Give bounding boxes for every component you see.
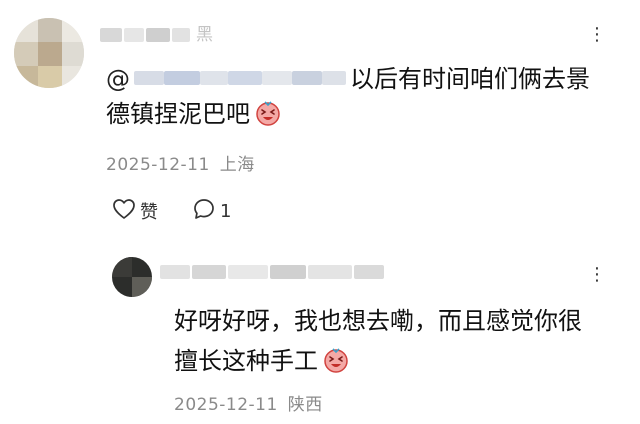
heart-icon — [112, 198, 136, 225]
blurred-username — [100, 28, 122, 42]
reply-button[interactable]: 1 — [192, 197, 231, 226]
reply-meta: 2025-12-11 陕西 — [174, 394, 323, 416]
blurred-username — [146, 28, 170, 42]
reply-text: 好呀好呀，我也想去嘞，而且感觉你很 擅长这种手工 — [174, 301, 626, 381]
comment-bubble-icon — [192, 197, 216, 226]
replier-name[interactable] — [160, 262, 384, 282]
more-options-icon[interactable]: ⋮ — [588, 266, 608, 284]
comment-actions: 赞 1 — [112, 197, 231, 226]
reply-text-line2: 擅长这种手工 — [174, 347, 318, 375]
blurred-username — [228, 265, 268, 279]
username-visible-char: 黑 — [196, 25, 213, 45]
commenter-name[interactable]: 黑 — [100, 24, 213, 46]
comment-date: 2025-12-11 — [106, 155, 210, 175]
blurred-username — [124, 28, 144, 42]
comment-thread: 黑 ⋮ @ 以后有时间咱们俩去景 德镇捏泥巴吧 2025-12-11 上海 赞 … — [0, 0, 640, 424]
mention-at-sign[interactable]: @ — [106, 65, 130, 93]
replier-avatar[interactable] — [112, 257, 152, 297]
comment-text-line1: 以后有时间咱们俩去景 — [350, 65, 590, 93]
reply-date: 2025-12-11 — [174, 395, 278, 415]
like-label: 赞 — [140, 202, 158, 223]
reply-text-line1: 好呀好呀，我也想去嘞，而且感觉你很 — [174, 307, 582, 335]
comment-text-line2: 德镇捏泥巴吧 — [106, 100, 250, 128]
mention-username-blurred[interactable] — [134, 68, 346, 88]
comment-meta: 2025-12-11 上海 — [106, 154, 255, 176]
like-button[interactable]: 赞 — [112, 198, 158, 225]
blurred-username — [308, 265, 352, 279]
blurred-username — [270, 265, 306, 279]
commenter-avatar[interactable] — [14, 18, 84, 88]
comment-location: 上海 — [219, 155, 255, 175]
laughing-tears-emoji-icon — [322, 346, 350, 374]
blurred-username — [160, 265, 190, 279]
reply-count: 1 — [220, 200, 232, 222]
blurred-username — [192, 265, 226, 279]
laughing-tears-emoji-icon — [254, 99, 282, 127]
blurred-username — [172, 28, 190, 42]
comment-text: @ 以后有时间咱们俩去景 德镇捏泥巴吧 — [106, 62, 616, 132]
more-options-icon[interactable]: ⋮ — [588, 26, 608, 44]
blurred-username — [354, 265, 384, 279]
reply-location: 陕西 — [287, 395, 323, 415]
